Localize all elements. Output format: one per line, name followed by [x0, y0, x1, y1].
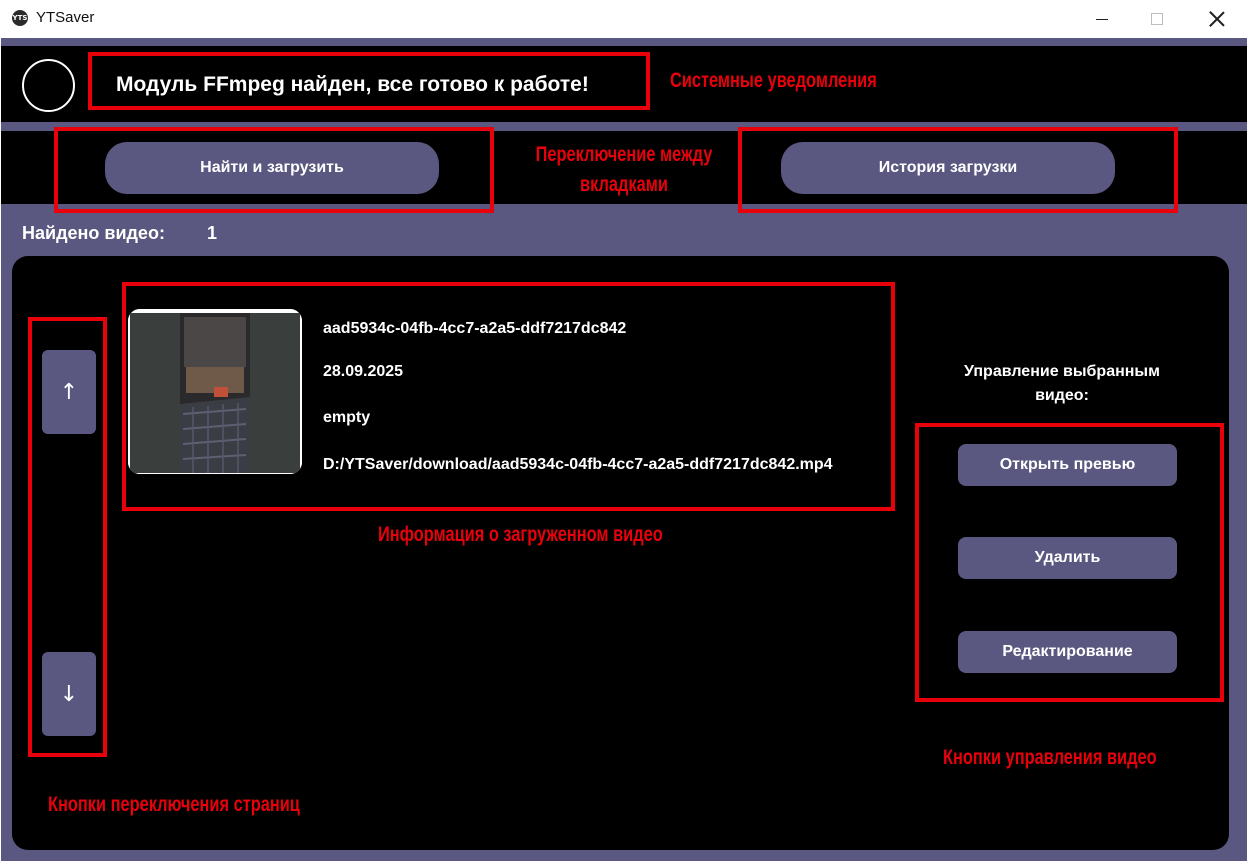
- delete-button[interactable]: Удалить: [958, 537, 1177, 579]
- edit-button[interactable]: Редактирование: [958, 631, 1177, 673]
- found-videos-count: 1: [207, 223, 218, 243]
- video-id: aad5934c-04fb-4cc7-a2a5-ddf7217dc842: [323, 320, 627, 337]
- maximize-icon: [1151, 13, 1163, 25]
- annotation-label-tab-switch-line1: Переключение между: [535, 143, 713, 166]
- window-titlebar: [0, 0, 1248, 38]
- status-indicator-icon: [22, 59, 75, 112]
- page-up-button[interactable]: ↑: [42, 350, 96, 434]
- page-down-button[interactable]: ↓: [42, 652, 96, 736]
- annotation-label-video-controls: Кнопки управления видео: [943, 746, 1157, 769]
- video-thumbnail[interactable]: [128, 309, 302, 474]
- open-preview-button[interactable]: Открыть превью: [958, 444, 1177, 486]
- tab-search-download[interactable]: Найти и загрузить: [105, 142, 439, 194]
- manage-video-title: Управление выбранным видео:: [964, 363, 1160, 404]
- annotation-label-tab-switch-line2: вкладками: [580, 173, 668, 196]
- annotation-label-notifications: Системные уведомления: [670, 69, 877, 92]
- tab-download-history[interactable]: История загрузки: [781, 142, 1115, 194]
- minimize-button[interactable]: [1073, 0, 1131, 38]
- maximize-button[interactable]: [1128, 0, 1186, 38]
- annotation-label-page-buttons: Кнопки переключения страниц: [48, 793, 300, 816]
- video-file-path: D:/YTSaver/download/aad5934c-04fb-4cc7-a…: [323, 456, 833, 473]
- close-icon: [1209, 11, 1225, 27]
- found-videos-label: Найдено видео:: [22, 223, 165, 243]
- video-description: empty: [323, 409, 371, 426]
- app-logo-icon: YTS: [12, 10, 28, 26]
- video-date: 28.09.2025: [323, 363, 404, 380]
- close-button[interactable]: [1188, 0, 1246, 38]
- annotation-label-video-info: Информация о загруженном видео: [378, 523, 663, 546]
- notification-text: Модуль FFmpeg найден, все готово к работ…: [116, 73, 589, 96]
- window-title: YTSaver: [36, 9, 95, 26]
- video-thumbnail-image: [128, 309, 302, 474]
- minimize-icon: [1096, 18, 1108, 20]
